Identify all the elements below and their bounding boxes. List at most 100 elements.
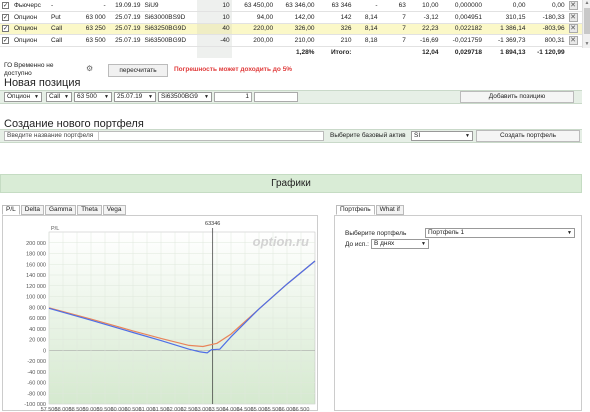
cell-qty[interactable]: 40 (196, 23, 232, 35)
cell-qty[interactable]: 10 (196, 0, 232, 12)
position-checkbox[interactable]: ✓ (2, 13, 9, 21)
y-tick-label: 20 000 (29, 338, 46, 344)
chevron-down-icon: ▼ (421, 241, 426, 247)
add-position-button[interactable]: Добавить позицию (460, 91, 574, 103)
totals-c15: -1 120,99 (537, 48, 565, 56)
side-tab[interactable]: What if (375, 205, 404, 215)
cell-c10: 8,14 (353, 23, 380, 35)
checkbox-cell: ✓ (0, 11, 12, 24)
portfolio-name-input[interactable]: Введите название портфеля (4, 131, 324, 141)
delete-row-icon[interactable]: ✕ (568, 1, 578, 10)
y-tick-label: 120 000 (26, 284, 46, 290)
quantity-input[interactable]: 1 (214, 92, 252, 102)
graph-tab[interactable]: P/L (2, 205, 20, 215)
position-row[interactable]: ✓ Опцион Call 63 250 25.07.19 Si63250BG9D 40 22… (0, 23, 582, 35)
chevron-down-icon: ▼ (34, 94, 39, 100)
position-checkbox[interactable]: ✓ (2, 36, 9, 44)
y-tick-label: 200 000 (26, 241, 46, 247)
cell-iv: 63 346 (316, 0, 354, 12)
cell-pl: 22,23 (407, 23, 441, 35)
position-type-select[interactable]: Опцион ▼ (4, 92, 42, 102)
totals-empty-cell (567, 46, 582, 58)
cell-days: 7 (379, 11, 408, 24)
pl-chart: 200 000 180 000 160 000 140 000 120 000 100 0… (2, 215, 318, 412)
graph-tab[interactable]: Gamma (44, 205, 77, 215)
base-asset-value: SI (414, 132, 421, 139)
settings-gear-icon[interactable]: ⚙ (86, 64, 93, 73)
y-tick-label: 180 000 (26, 252, 46, 258)
cell-qty[interactable]: 10 (196, 11, 232, 24)
price-input[interactable] (254, 92, 298, 102)
cell-days: 63 (379, 0, 408, 12)
recalculate-button[interactable]: пересчитать (108, 64, 168, 77)
strike-select[interactable]: 63 500 ▼ (74, 92, 112, 102)
cell-type: Фьючерс (11, 0, 49, 12)
x-tick-label: 66 500 (293, 407, 310, 412)
cell-pl: -16,69 (407, 34, 441, 47)
cell-c15: -180,33 (527, 11, 567, 24)
y-tick-label: 100 000 (26, 295, 46, 301)
cell-iv: 142 (316, 11, 354, 24)
graph-tab[interactable]: Vega (102, 205, 126, 215)
portfolio-select[interactable]: Портфель 1 ▼ (425, 228, 575, 238)
position-row[interactable]: ✓ Опцион Call 63 500 25.07.19 Si63500BG9D -40 2… (0, 34, 582, 47)
scroll-thumb[interactable] (584, 8, 590, 34)
scroll-down-icon[interactable]: ▼ (583, 41, 590, 48)
create-portfolio-button[interactable]: Создать портфель (476, 130, 580, 142)
expiration-mode-label: До исп.: (345, 241, 369, 248)
cell-strike: 63 250 (81, 23, 108, 35)
cell-c15: -803,96 (527, 23, 567, 35)
cell-pl: 10,00 (407, 0, 441, 12)
error-warning-text: Погрешность может доходить до 5% (174, 66, 293, 73)
y-tick-label: -20 000 (27, 359, 46, 365)
position-row[interactable]: ✓ Опцион Put 63 000 25.07.19 Si63000BS9D 10 94,… (0, 11, 582, 24)
delete-row-icon[interactable]: ✕ (568, 35, 578, 45)
expiration-select[interactable]: 25.07.19 ▼ (114, 92, 156, 102)
scroll-up-icon[interactable]: ▲ (583, 0, 590, 7)
base-asset-select[interactable]: SI ▼ (411, 131, 473, 141)
new-position-title: Новая позиция (4, 77, 81, 89)
delete-row-icon[interactable]: ✕ (568, 24, 578, 34)
cell-c15: 800,31 (527, 34, 567, 47)
strike-value: 63 500 (77, 93, 97, 100)
cell-theor: 63 346,00 (275, 0, 317, 12)
y-tick-label: -60 000 (27, 381, 46, 387)
cell-exp: 19.09.19 (107, 0, 143, 12)
cell-code: Si63000BS9D (142, 11, 197, 24)
cell-days: 7 (379, 23, 408, 35)
chevron-down-icon: ▼ (104, 94, 109, 100)
cell-strike: 63 000 (81, 11, 108, 24)
position-type-value: Опцион (7, 93, 31, 100)
graph-tab[interactable]: Delta (20, 205, 44, 215)
cell-price: 63 450,00 (231, 0, 276, 12)
totals-empty-cell (380, 46, 408, 58)
cell-days: 7 (379, 34, 408, 47)
cell-theor: 326,00 (275, 23, 317, 35)
delete-row-icon[interactable]: ✕ (568, 12, 578, 22)
totals-percent: 1,28% (296, 48, 315, 56)
totals-c14: 1 894,13 (500, 48, 526, 56)
side-tab[interactable]: Портфель (336, 205, 375, 215)
totals-empty-cell (49, 46, 82, 58)
y-tick-label: -40 000 (27, 370, 46, 376)
cell-qty[interactable]: -40 (196, 34, 232, 47)
cell-strike: - (81, 0, 108, 12)
totals-empty-cell (353, 46, 379, 58)
position-checkbox[interactable]: ✓ (2, 2, 9, 9)
chevron-down-icon: ▼ (64, 94, 69, 100)
position-checkbox[interactable]: ✓ (2, 25, 9, 33)
cell-iv: 210 (316, 34, 354, 47)
positions-scrollbar[interactable]: ▲ ▼ (582, 0, 590, 48)
graphs-header: Графики (0, 174, 582, 193)
graph-tab[interactable]: Theta (77, 205, 102, 215)
cell-c10: - (353, 0, 380, 12)
cell-type: Опцион (11, 11, 49, 24)
expiration-mode-select[interactable]: В днях ▼ (371, 239, 429, 249)
side-tabs: Портфель What if (336, 205, 405, 215)
totals-empty-cell (142, 46, 196, 58)
instrument-code-select[interactable]: Si63500BG9 ▼ (158, 92, 212, 102)
position-row[interactable]: ✓ Фьючерс - -19.09.19 SiU9 10 63 450,00 63 346,… (0, 0, 582, 12)
y-tick-label: 80 000 (29, 305, 46, 311)
option-kind-select[interactable]: Call ▼ (46, 92, 72, 102)
totals-pl: 12,04 (422, 48, 439, 56)
